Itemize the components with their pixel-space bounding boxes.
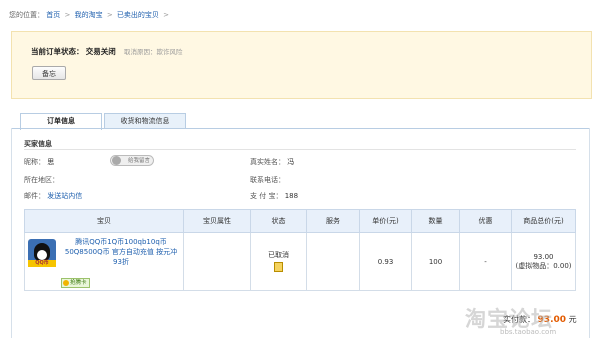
item-quantity: 100 (411, 232, 460, 291)
header-quantity: 数量 (411, 209, 460, 233)
item-attribute (183, 232, 251, 291)
header-discount: 优惠 (459, 209, 512, 233)
wangwang-label: 给我留言 (127, 158, 150, 164)
item-thumbnail[interactable]: QQ币 (28, 239, 56, 267)
item-status: 已取消 (268, 250, 289, 259)
header-attribute: 宝贝属性 (183, 209, 251, 233)
item-virtual-note: (虚拟物品：0.00) (515, 261, 572, 270)
cancel-reason: 取消原因：欺诈风险 (123, 48, 183, 56)
table-header-row: 宝贝 宝贝属性 状态 服务 单价(元) 数量 优惠 商品总价(元) (24, 209, 576, 233)
header-unit-price: 单价(元) (359, 209, 412, 233)
member-tag[interactable]: 抢腾卡 (61, 278, 90, 288)
item-service (306, 232, 360, 291)
table-row: QQ币 腾讯QQ币1Q币100qb10q币50Q8500Q币 官方自动充值 按元… (24, 232, 576, 291)
wangwang-icon (112, 156, 121, 165)
breadcrumb: 您的位置： 首页 > 我的淘宝 > 已卖出的宝贝 > (9, 10, 171, 20)
buyer-realname: 真实姓名： 冯 (250, 157, 294, 167)
order-status-value: 交易关闭 (85, 47, 116, 56)
header-item: 宝贝 (24, 209, 184, 233)
breadcrumb-prefix: 您的位置： (9, 11, 44, 19)
wangwang-message-button[interactable]: 给我留言 (110, 155, 154, 166)
note-icon[interactable] (274, 261, 283, 272)
item-title-link[interactable]: 腾讯QQ币1Q币100qb10q币50Q8500Q币 官方自动充值 按元冲93折 (61, 237, 181, 267)
order-items-table: 宝贝 宝贝属性 状态 服务 单价(元) 数量 优惠 商品总价(元) QQ币 腾讯… (24, 209, 576, 291)
phone-label: 联系电话： (250, 176, 285, 184)
header-total: 商品总价(元) (511, 209, 576, 233)
buyer-section-title: 买家信息 (24, 140, 52, 148)
panel-border-right (589, 128, 590, 338)
buyer-email: 邮件： 发送站内信 (24, 191, 82, 201)
payment-unit: 元 (568, 315, 577, 324)
email-label: 邮件： (24, 192, 45, 200)
header-service: 服务 (306, 209, 360, 233)
nickname-value: 思 (47, 158, 55, 166)
buyer-nickname: 昵称： 思 (24, 157, 54, 167)
region-label: 所在地区： (24, 176, 59, 184)
item-unit-price: 0.93 (359, 232, 412, 291)
breadcrumb-home-link[interactable]: 首页 (46, 11, 60, 19)
breadcrumb-separator: > (64, 11, 71, 19)
buyer-region: 所在地区： (24, 175, 59, 185)
panel-border-left (11, 128, 12, 338)
buyer-alipay: 支 付 宝： 188 (250, 191, 298, 201)
order-status-panel: 当前订单状态： 交易关闭 取消原因：欺诈风险 备忘 (11, 31, 592, 99)
tab-shipping-info[interactable]: 收货和物流信息 (104, 113, 186, 129)
memo-button[interactable]: 备忘 (32, 66, 66, 80)
section-divider (24, 149, 576, 150)
realname-value: 冯 (287, 158, 295, 166)
item-discount: - (459, 232, 512, 291)
alipay-value: 188 (284, 192, 299, 200)
item-total-cell: 93.00 (虚拟物品：0.00) (511, 232, 576, 291)
send-message-link[interactable]: 发送站内信 (47, 192, 82, 200)
buyer-phone: 联系电话： (250, 175, 285, 185)
realname-label: 真实姓名： (250, 158, 285, 166)
alipay-label: 支 付 宝： (250, 192, 283, 200)
forum-watermark-url: bbs.taobao.com (500, 328, 557, 336)
tab-divider (11, 128, 590, 129)
nickname-label: 昵称： (24, 158, 45, 166)
item-cell: QQ币 腾讯QQ币1Q币100qb10q币50Q8500Q币 官方自动充值 按元… (24, 232, 184, 291)
breadcrumb-my-taobao-link[interactable]: 我的淘宝 (75, 11, 103, 19)
order-status-label: 当前订单状态： (31, 47, 84, 56)
item-status-cell: 已取消 (250, 232, 307, 291)
breadcrumb-separator: > (163, 11, 170, 19)
item-total: 93.00 (533, 252, 554, 261)
penguin-belly (37, 250, 47, 260)
header-status: 状态 (250, 209, 307, 233)
thumbnail-label: QQ币 (28, 260, 56, 267)
order-status-line: 当前订单状态： 交易关闭 取消原因：欺诈风险 (31, 46, 182, 57)
breadcrumb-separator: > (106, 11, 113, 19)
breadcrumb-sold-items-link[interactable]: 已卖出的宝贝 (117, 11, 159, 19)
